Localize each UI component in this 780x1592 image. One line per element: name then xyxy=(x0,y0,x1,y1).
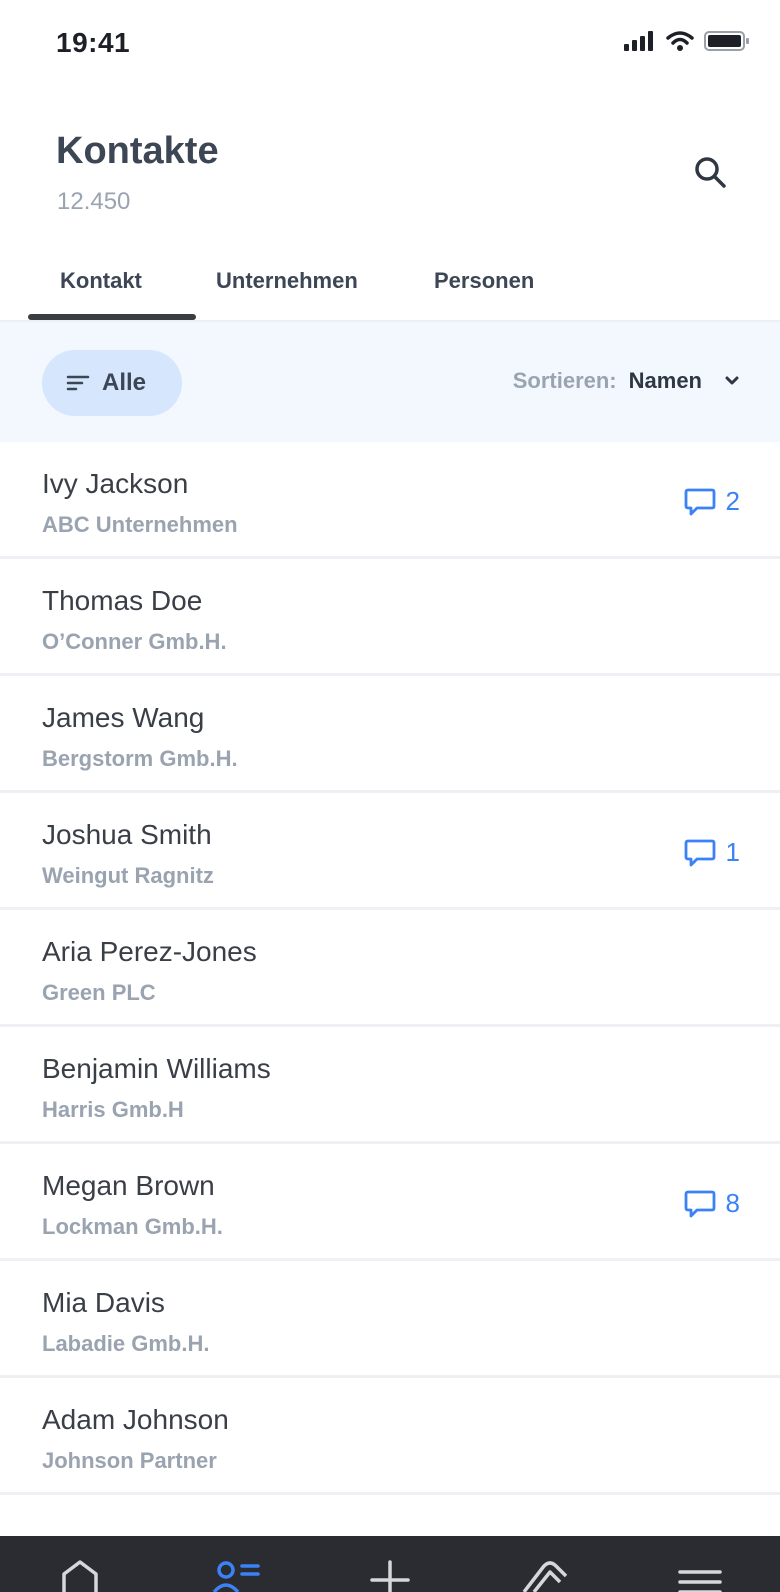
menu-icon xyxy=(678,1570,722,1592)
comment-icon xyxy=(684,488,715,515)
contact-row[interactable]: Aria Perez-Jones Green PLC xyxy=(0,910,780,1027)
contact-row[interactable]: Thomas Doe O’Conner Gmb.H. xyxy=(0,559,780,676)
contact-row[interactable]: Mia Davis Labadie Gmb.H. xyxy=(0,1261,780,1378)
contact-company: ABC Unternehmen xyxy=(42,512,238,537)
contact-row[interactable]: James Wang Bergstorm Gmb.H. xyxy=(0,676,780,793)
filter-icon xyxy=(66,375,90,391)
contact-name: Adam Johnson xyxy=(42,1404,229,1435)
comment-badge[interactable]: 1 xyxy=(684,837,740,868)
tab-bar: Kontakt Unternehmen Personen xyxy=(0,248,780,322)
contact-list: Ivy Jackson ABC Unternehmen 2 Thomas Doe O’C… xyxy=(0,442,780,1495)
nav-menu[interactable] xyxy=(676,1560,724,1592)
chevron-down-icon xyxy=(725,376,739,385)
contact-name: Benjamin Williams xyxy=(42,1053,271,1084)
filter-chip-alle[interactable]: Alle xyxy=(42,350,182,416)
contact-name: Mia Davis xyxy=(42,1287,165,1318)
page-header: Kontakte 12.450 xyxy=(0,120,780,230)
battery-icon xyxy=(704,31,749,51)
contact-row[interactable]: Adam Johnson Johnson Partner xyxy=(0,1378,780,1495)
tab-unternehmen[interactable]: Unternehmen xyxy=(216,268,358,294)
comment-count: 2 xyxy=(725,486,740,516)
search-icon xyxy=(695,157,726,188)
contact-row[interactable]: Ivy Jackson ABC Unternehmen 2 xyxy=(0,442,780,559)
bottom-nav xyxy=(0,1536,780,1592)
active-tab-indicator xyxy=(28,314,196,320)
contact-company: Harris Gmb.H xyxy=(42,1097,184,1122)
comment-badge[interactable]: 2 xyxy=(684,486,740,517)
nav-add[interactable] xyxy=(366,1560,414,1592)
nav-deals[interactable] xyxy=(520,1560,568,1592)
contact-company: Weingut Ragnitz xyxy=(42,863,214,888)
contact-name: James Wang xyxy=(42,702,205,733)
comment-icon xyxy=(684,839,715,866)
comment-icon xyxy=(684,1190,715,1217)
contacts-icon xyxy=(212,1561,260,1592)
contact-company: Green PLC xyxy=(42,980,156,1005)
status-time: 19:41 xyxy=(56,27,131,58)
cellular-signal-icon xyxy=(624,31,653,51)
plus-icon xyxy=(370,1560,410,1592)
contact-name: Thomas Doe xyxy=(42,585,203,616)
sort-value: Namen xyxy=(628,368,702,393)
home-icon xyxy=(62,1560,98,1592)
contact-company: Johnson Partner xyxy=(42,1448,217,1473)
contact-row[interactable]: Megan Brown Lockman Gmb.H. 8 xyxy=(0,1144,780,1261)
status-bar: 19:41 xyxy=(0,0,780,90)
page-title: Kontakte xyxy=(56,130,219,172)
sort-dropdown[interactable]: Sortieren: Namen xyxy=(513,368,740,394)
tab-personen[interactable]: Personen xyxy=(434,268,534,294)
contact-name: Ivy Jackson xyxy=(42,468,189,499)
tab-kontakt[interactable]: Kontakt xyxy=(60,268,142,294)
filter-chip-label: Alle xyxy=(102,369,147,396)
comment-count: 1 xyxy=(725,837,740,867)
sort-label: Sortieren: xyxy=(512,368,617,393)
contact-count: 12.450 xyxy=(57,188,131,215)
filter-bar: Alle Sortieren: Namen xyxy=(0,322,780,442)
contact-row[interactable]: Joshua Smith Weingut Ragnitz 1 xyxy=(0,793,780,910)
nav-contacts[interactable] xyxy=(212,1560,260,1592)
tag-icon xyxy=(522,1561,568,1592)
contact-company: Labadie Gmb.H. xyxy=(42,1331,210,1356)
contact-name: Megan Brown xyxy=(42,1170,215,1201)
search-button[interactable] xyxy=(688,150,732,194)
status-icons xyxy=(624,30,750,52)
contact-company: Lockman Gmb.H. xyxy=(42,1214,223,1239)
contact-row[interactable]: Benjamin Williams Harris Gmb.H xyxy=(0,1027,780,1144)
contact-company: O’Conner Gmb.H. xyxy=(42,629,227,654)
contact-name: Aria Perez-Jones xyxy=(42,936,257,967)
contact-company: Bergstorm Gmb.H. xyxy=(42,746,238,771)
contact-name: Joshua Smith xyxy=(42,819,212,850)
wifi-icon xyxy=(666,31,694,51)
comment-count: 8 xyxy=(725,1188,740,1218)
comment-badge[interactable]: 8 xyxy=(684,1188,740,1219)
nav-home[interactable] xyxy=(56,1560,104,1592)
